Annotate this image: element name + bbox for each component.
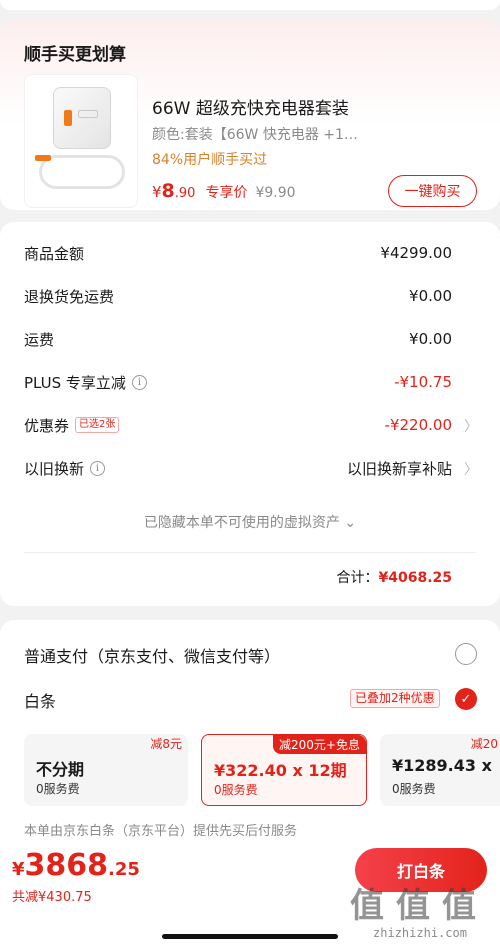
info-icon[interactable]: i bbox=[131, 374, 147, 390]
installment-plans: 减8元 不分期 0服务费 减200元+免息 ¥322.40 x 12期 0服务费… bbox=[24, 734, 500, 808]
total-saved: 共减¥430.75 bbox=[12, 890, 92, 905]
row-label-group: 以旧换新 i bbox=[24, 458, 106, 479]
checkout-bar: ¥3868.25 共减¥430.75 打白条 值 值 值 zhizhizhi.c… bbox=[0, 838, 500, 951]
product-image[interactable] bbox=[24, 74, 138, 208]
stacked-discount-badge: 已叠加2种优惠 bbox=[350, 689, 440, 708]
hidden-assets-toggle[interactable]: 已隐藏本单不可使用的虚拟资产 ⌄ bbox=[0, 512, 500, 532]
row-label: 优惠券 bbox=[24, 416, 70, 435]
plan-discount-tag: 减20 bbox=[470, 737, 498, 751]
total-amount: ¥4068.25 bbox=[378, 570, 452, 586]
total-label: 合计： bbox=[336, 570, 379, 586]
chevron-right-icon[interactable]: 〉 bbox=[464, 459, 478, 479]
product-name[interactable]: 66W 超级充快充电器套装 bbox=[152, 94, 349, 119]
final-price-decimal: .25 bbox=[108, 859, 140, 880]
check-icon: ✓ bbox=[460, 691, 472, 707]
plan-fee: 0服务费 bbox=[36, 782, 80, 796]
baitiao-payment-option[interactable]: 白条 bbox=[24, 688, 56, 712]
charger-logo bbox=[78, 110, 98, 118]
normal-payment-radio[interactable] bbox=[455, 643, 477, 665]
row-value: ¥0.00 bbox=[409, 330, 452, 348]
summary-row-coupon[interactable]: 优惠券 已选2张 -¥220.00 bbox=[24, 414, 452, 436]
cable-tip bbox=[35, 155, 51, 161]
plan-title: ¥1289.43 x bbox=[392, 756, 492, 775]
home-indicator[interactable] bbox=[162, 934, 338, 939]
summary-row-trade-in[interactable]: 以旧换新 i 以旧换新享补贴 bbox=[24, 457, 452, 479]
watermark-glyph: 值 bbox=[442, 886, 476, 926]
coupon-selected-badge: 已选2张 bbox=[75, 417, 120, 433]
row-label: 运费 bbox=[24, 330, 55, 349]
baitiao-radio-checked[interactable]: ✓ bbox=[455, 688, 477, 710]
summary-row-shipping: 运费 ¥0.00 bbox=[24, 328, 452, 350]
order-summary-card: 商品金额 ¥4299.00 退换货免运费 ¥0.00 运费 ¥0.00 PLUS… bbox=[0, 222, 500, 606]
product-price: ¥8.90 专享价 ¥9.90 bbox=[152, 180, 296, 202]
site-watermark: 值 值 值 zhizhizhi.com bbox=[350, 878, 490, 940]
row-label: 退换货免运费 bbox=[24, 287, 115, 306]
product-users-stat: 84%用户顺手买过 bbox=[152, 152, 268, 168]
final-price-integer: 3868 bbox=[24, 848, 109, 883]
row-label-group: 优惠券 已选2张 bbox=[24, 415, 120, 436]
plan-12-installments[interactable]: 减200元+免息 ¥322.40 x 12期 0服务费 bbox=[201, 734, 367, 806]
row-value: ¥4299.00 bbox=[380, 244, 452, 262]
one-click-buy-button[interactable]: 一键购买 bbox=[388, 175, 477, 207]
row-label: 以旧换新 bbox=[24, 459, 85, 478]
upsell-title: 顺手买更划算 bbox=[24, 45, 126, 65]
row-label-group: PLUS 专享立减 i bbox=[24, 372, 147, 393]
watermark-url: zhizhizhi.com bbox=[373, 926, 467, 940]
price-decimal: .90 bbox=[174, 186, 196, 201]
plan-fee: 0服务费 bbox=[392, 782, 436, 796]
row-label: PLUS 专享立减 bbox=[24, 373, 126, 392]
final-price-currency: ¥ bbox=[12, 859, 25, 880]
cable-graphic bbox=[39, 155, 125, 189]
summary-row-return-shipping: 退换货免运费 ¥0.00 bbox=[24, 285, 452, 307]
service-note: 本单由京东白条（京东平台）提供先买后付服务 bbox=[24, 824, 298, 839]
hidden-assets-label: 已隐藏本单不可使用的虚拟资产 bbox=[143, 515, 340, 531]
plan-title: ¥322.40 x 12期 bbox=[214, 761, 347, 780]
plan-title: 不分期 bbox=[36, 760, 85, 779]
row-value: -¥10.75 bbox=[394, 373, 452, 391]
charger-port bbox=[64, 110, 72, 126]
normal-payment-option[interactable]: 普通支付（京东支付、微信支付等） bbox=[24, 643, 280, 667]
watermark-glyph: 值 bbox=[396, 886, 430, 926]
row-value: ¥0.00 bbox=[409, 287, 452, 305]
watermark-glyph: 值 bbox=[350, 886, 384, 926]
order-total: 合计：¥4068.25 bbox=[336, 567, 452, 587]
row-label: 商品金额 bbox=[24, 244, 85, 263]
row-value: 以旧换新享补贴 bbox=[346, 459, 452, 478]
price-integer: 8 bbox=[161, 180, 175, 202]
summary-row-plus-discount: PLUS 专享立减 i -¥10.75 bbox=[24, 371, 452, 393]
price-currency: ¥ bbox=[152, 183, 162, 201]
row-value: -¥220.00 bbox=[384, 416, 452, 434]
upsell-card: 顺手买更划算 66W 超级充快充电器套装 颜色:套装【66W 快充电器 +1… … bbox=[0, 20, 500, 210]
charger-graphic bbox=[53, 87, 111, 149]
previous-card-edge bbox=[0, 0, 500, 10]
plan-3-installments[interactable]: 减20 ¥1289.43 x 0服务费 bbox=[380, 734, 500, 806]
product-spec: 颜色:套装【66W 快充电器 +1… bbox=[152, 127, 358, 143]
chevron-down-icon: ⌄ bbox=[344, 515, 357, 531]
info-icon[interactable]: i bbox=[90, 460, 106, 476]
final-price: ¥3868.25 bbox=[12, 848, 140, 883]
summary-row-goods-amount: 商品金额 ¥4299.00 bbox=[24, 242, 452, 264]
price-tag: 专享价 bbox=[205, 185, 248, 201]
plan-discount-tag: 减8元 bbox=[150, 737, 182, 751]
plan-fee: 0服务费 bbox=[214, 783, 258, 797]
plan-discount-tag: 减200元+免息 bbox=[273, 735, 366, 754]
plan-no-installment[interactable]: 减8元 不分期 0服务费 bbox=[24, 734, 188, 806]
original-price: ¥9.90 bbox=[255, 185, 296, 201]
chevron-right-icon[interactable]: 〉 bbox=[464, 416, 478, 436]
divider bbox=[24, 552, 476, 553]
